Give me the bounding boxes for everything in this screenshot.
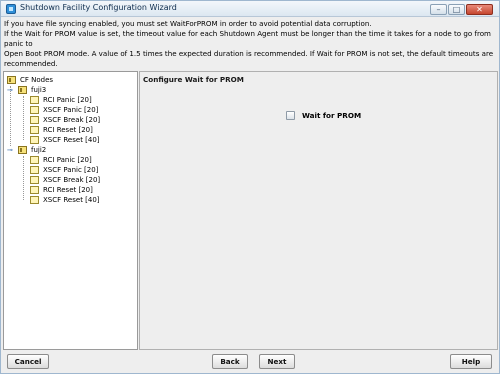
agent-icon xyxy=(30,166,39,174)
agent-icon xyxy=(30,96,39,104)
tree-agent-label: XSCF Panic [20] xyxy=(43,106,99,114)
info-line: If you have file syncing enabled, you mu… xyxy=(4,19,372,28)
tree-agent-label: RCI Panic [20] xyxy=(43,156,92,164)
tree-agent[interactable]: XSCF Break [20] xyxy=(30,115,130,125)
agent-icon xyxy=(30,196,39,204)
tree-agent-label: RCI Reset [20] xyxy=(43,186,93,194)
tree-connector xyxy=(23,96,24,140)
app-icon xyxy=(6,4,16,14)
tree-agent-label: RCI Panic [20] xyxy=(43,96,92,104)
tree-agent[interactable]: RCI Panic [20] xyxy=(30,95,130,105)
wizard-window: Shutdown Facility Configuration Wizard –… xyxy=(0,0,500,374)
maximize-icon[interactable]: □ xyxy=(448,4,465,15)
tree-agent[interactable]: RCI Reset [20] xyxy=(30,185,130,195)
agent-icon xyxy=(30,136,39,144)
tree-agent[interactable]: XSCF Reset [40] xyxy=(30,135,130,145)
tree-agent-label: XSCF Break [20] xyxy=(43,116,101,124)
tree-node-label: fuji2 xyxy=(31,146,47,154)
node-icon xyxy=(18,86,27,94)
agent-icon xyxy=(30,186,39,194)
title-bar[interactable]: Shutdown Facility Configuration Wizard –… xyxy=(1,1,499,17)
tree-agent-label: XSCF Panic [20] xyxy=(43,166,99,174)
info-line: recommended. xyxy=(4,59,58,68)
tree-node-fuji3[interactable]: fuji3 xyxy=(18,85,128,95)
tree-connector xyxy=(10,86,11,146)
collapse-icon[interactable]: ⊸ xyxy=(7,147,13,154)
back-button[interactable]: Back xyxy=(212,354,248,369)
tree-agent[interactable]: RCI Panic [20] xyxy=(30,155,130,165)
tree-root-label: CF Nodes xyxy=(20,76,54,84)
tree-agent[interactable]: XSCF Panic [20] xyxy=(30,105,130,115)
node-icon xyxy=(18,146,27,154)
wait-for-prom-label[interactable]: Wait for PROM xyxy=(302,111,361,120)
collapse-icon[interactable]: ⊸ xyxy=(7,87,13,94)
help-button[interactable]: Help xyxy=(450,354,492,369)
tree-agent[interactable]: RCI Reset [20] xyxy=(30,125,130,135)
tree-agent-label: XSCF Reset [40] xyxy=(43,196,100,204)
tree-agent-label: RCI Reset [20] xyxy=(43,126,93,134)
next-button[interactable]: Next xyxy=(259,354,295,369)
agent-icon xyxy=(30,126,39,134)
tree-agent-label: XSCF Reset [40] xyxy=(43,136,100,144)
wait-for-prom-panel: Configure Wait for PROM Wait for PROM xyxy=(139,71,498,350)
tree-root[interactable]: CF Nodes xyxy=(7,75,127,85)
folder-icon xyxy=(7,76,16,84)
tree-agent[interactable]: XSCF Break [20] xyxy=(30,175,130,185)
info-line: Open Boot PROM mode. A value of 1.5 time… xyxy=(4,49,494,58)
tree-agent-label: XSCF Break [20] xyxy=(43,176,101,184)
agent-icon xyxy=(30,176,39,184)
panel-title: Configure Wait for PROM xyxy=(143,75,244,84)
cancel-button[interactable]: Cancel xyxy=(7,354,49,369)
agent-icon xyxy=(30,156,39,164)
tree-node-label: fuji3 xyxy=(31,86,47,94)
tree-node-fuji2[interactable]: fuji2 xyxy=(18,145,128,155)
info-line: If the Wait for PROM value is set, the t… xyxy=(4,29,491,48)
tree-agent[interactable]: XSCF Reset [40] xyxy=(30,195,130,205)
agent-icon xyxy=(30,106,39,114)
node-tree[interactable]: CF Nodes ⊸ fuji3 RCI Panic [20] XSCF Pan… xyxy=(3,71,138,350)
info-text: If you have file syncing enabled, you mu… xyxy=(4,19,498,69)
tree-connector xyxy=(23,156,24,200)
tree-agent[interactable]: XSCF Panic [20] xyxy=(30,165,130,175)
wait-for-prom-checkbox[interactable] xyxy=(286,111,295,120)
window-title: Shutdown Facility Configuration Wizard xyxy=(20,3,177,12)
minimize-icon[interactable]: – xyxy=(430,4,447,15)
agent-icon xyxy=(30,116,39,124)
close-icon[interactable]: ✕ xyxy=(466,4,493,15)
